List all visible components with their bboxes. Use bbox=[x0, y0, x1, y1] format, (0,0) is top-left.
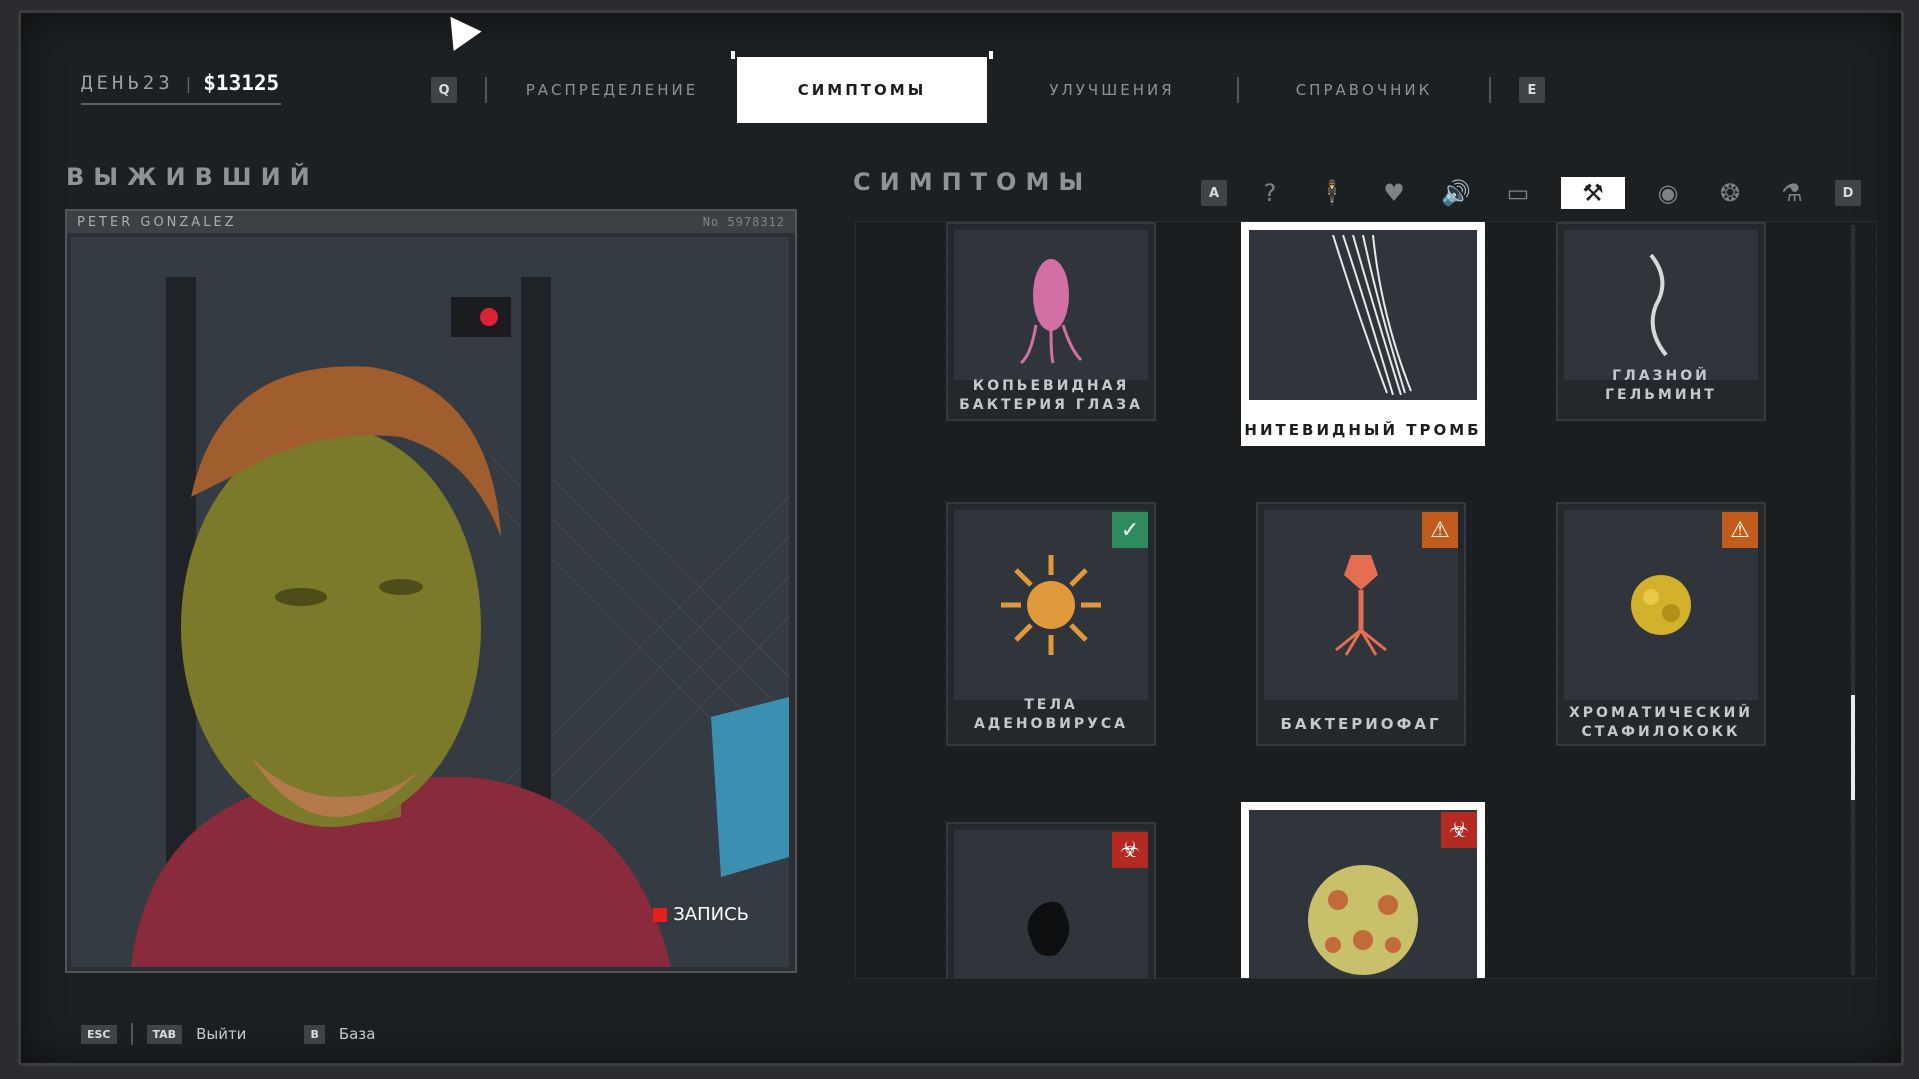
symptom-image bbox=[1249, 230, 1477, 400]
warning-icon: ⚠ bbox=[1422, 512, 1458, 548]
eye-icon[interactable]: ◉ bbox=[1649, 177, 1687, 209]
shield-check-icon: ✓ bbox=[1112, 512, 1148, 548]
thread-thrombus-icon bbox=[1332, 235, 1412, 395]
symptom-grid: КОПЬЕВИДНАЯ БАКТЕРИЯ ГЛАЗА НИТЕВИДНЫЙ ТР… bbox=[855, 221, 1877, 979]
survivor-illustration bbox=[71, 237, 789, 967]
esc-key[interactable]: ESC bbox=[81, 1024, 117, 1044]
money-counter: $13125 bbox=[203, 71, 280, 95]
symptom-card[interactable]: КОПЬЕВИДНАЯ БАКТЕРИЯ ГЛАЗА bbox=[946, 222, 1156, 421]
top-bar: ДЕНЬ23 | $13125 Q РАСПРЕДЕЛЕНИЕ СИМПТОМЫ… bbox=[21, 13, 1901, 133]
tab-next-key[interactable]: E bbox=[1519, 77, 1545, 103]
symptom-image bbox=[954, 230, 1148, 380]
body-icon[interactable]: 🕴 bbox=[1313, 177, 1351, 209]
tab-symptoms[interactable]: СИМПТОМЫ bbox=[731, 51, 993, 123]
game-window: ДЕНЬ23 | $13125 Q РАСПРЕДЕЛЕНИЕ СИМПТОМЫ… bbox=[18, 10, 1904, 1066]
question-icon[interactable]: ? bbox=[1251, 177, 1289, 209]
tab-distribution[interactable]: РАСПРЕДЕЛЕНИЕ bbox=[487, 57, 737, 123]
tab-key[interactable]: TAB bbox=[146, 1024, 183, 1044]
recording-label: ЗАПИСЬ bbox=[673, 904, 749, 925]
symptom-card-selected[interactable]: ☣ bbox=[1241, 802, 1485, 978]
symptom-card[interactable]: ГЛАЗНОЙ ГЕЛЬМИНТ bbox=[1556, 222, 1766, 421]
dark-blob-icon bbox=[1027, 901, 1070, 956]
adenovirus-icon bbox=[1001, 555, 1101, 655]
symptom-label: ГЛАЗНОЙ ГЕЛЬМИНТ bbox=[1605, 368, 1717, 403]
symptom-image bbox=[1564, 230, 1758, 380]
footer-controls: ESC TAB Выйти B База bbox=[81, 1023, 375, 1045]
tab-reference[interactable]: СПРАВОЧНИК bbox=[1239, 57, 1489, 123]
lancet-bacteria-icon bbox=[1019, 259, 1083, 365]
briefcase-icon[interactable]: ▭ bbox=[1499, 177, 1537, 209]
symptom-label: БАКТЕРИОФАГ bbox=[1280, 715, 1442, 733]
main-tabs: Q РАСПРЕДЕЛЕНИЕ СИМПТОМЫ УЛУЧШЕНИЯ СПРАВ… bbox=[431, 51, 1545, 129]
symptom-label: ХРОМАТИЧЕСКИЙ СТАФИЛОКОКК bbox=[1568, 705, 1754, 740]
hud-separator: | bbox=[183, 73, 194, 93]
symptom-card[interactable]: ⚠ ХРОМАТИЧЕСКИЙ СТАФИЛОКОКК bbox=[1556, 502, 1766, 746]
symptom-filters: A ? 🕴 ♥ 🔊 ▭ ⚒ ◉ ❂ ⚗ D bbox=[1201, 177, 1861, 209]
survivor-name: PETER GONZALEZ bbox=[77, 214, 237, 230]
symptom-card-selected[interactable]: НИТЕВИДНЫЙ ТРОМБ bbox=[1241, 222, 1485, 446]
staphylococcus-icon bbox=[1631, 575, 1691, 635]
tab-upgrades[interactable]: УЛУЧШЕНИЯ bbox=[987, 57, 1237, 123]
recording-indicator: ЗАПИСЬ bbox=[653, 904, 749, 925]
symptom-label: КОПЬЕВИДНАЯ БАКТЕРИЯ ГЛАЗА bbox=[959, 378, 1143, 413]
brain-icon[interactable]: ❂ bbox=[1711, 177, 1749, 209]
survivor-header: PETER GONZALEZ No 5978312 bbox=[67, 211, 795, 233]
symptoms-section-title: СИМПТОМЫ bbox=[853, 168, 1093, 196]
flask-icon[interactable]: ⚗ bbox=[1773, 177, 1811, 209]
virus-sphere-icon bbox=[1308, 865, 1418, 975]
day-counter: ДЕНЬ23 bbox=[81, 72, 174, 94]
tab-separator bbox=[1489, 77, 1491, 103]
filter-next-key[interactable]: D bbox=[1835, 180, 1861, 206]
eye-helminth-icon bbox=[1649, 253, 1668, 357]
record-dot-icon bbox=[653, 907, 668, 922]
symptom-label: НИТЕВИДНЫЙ ТРОМБ bbox=[1244, 421, 1482, 439]
footer-separator bbox=[130, 1023, 133, 1045]
tab-prev-key[interactable]: Q bbox=[431, 77, 457, 103]
symptom-card[interactable]: ⚠ БАКТЕРИОФАГ bbox=[1256, 502, 1466, 746]
tool-icon[interactable]: ⚒ bbox=[1561, 177, 1625, 209]
symptom-label: ТЕЛА АДЕНОВИРУСА bbox=[973, 697, 1129, 732]
filter-prev-key[interactable]: A bbox=[1201, 180, 1227, 206]
survivor-panel: PETER GONZALEZ No 5978312 ЗАПИСЬ bbox=[65, 209, 797, 973]
symptom-card[interactable]: ☣ bbox=[946, 822, 1156, 978]
symptom-card[interactable]: ✓ ТЕЛА АДЕНОВИРУСА bbox=[946, 502, 1156, 746]
survivor-portrait: ЗАПИСЬ bbox=[71, 237, 789, 967]
exit-label[interactable]: Выйти bbox=[196, 1025, 246, 1043]
biohazard-icon: ☣ bbox=[1441, 812, 1477, 848]
survivor-section-title: ВЫЖИВШИЙ bbox=[66, 163, 319, 191]
heart-icon[interactable]: ♥ bbox=[1375, 177, 1413, 209]
survivor-id: No 5978312 bbox=[702, 215, 785, 229]
sound-icon[interactable]: 🔊 bbox=[1437, 177, 1475, 209]
base-label[interactable]: База bbox=[339, 1025, 376, 1043]
scrollbar[interactable] bbox=[1851, 225, 1855, 975]
biohazard-icon: ☣ bbox=[1112, 832, 1148, 868]
day-money-display: ДЕНЬ23 | $13125 bbox=[81, 63, 281, 105]
bacteriophage-icon bbox=[1335, 555, 1387, 656]
warning-icon: ⚠ bbox=[1722, 512, 1758, 548]
scrollbar-thumb[interactable] bbox=[1851, 695, 1855, 800]
b-key[interactable]: B bbox=[304, 1024, 325, 1044]
